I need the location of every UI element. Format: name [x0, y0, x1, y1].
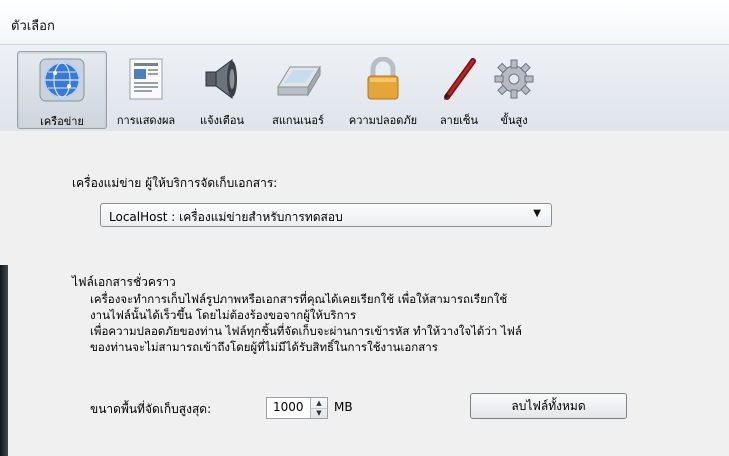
description-line: เพื่อความปลอดภัยของท่าน ไฟล์ทุกชิ้นที่จั… [90, 324, 522, 338]
tab-notifications[interactable]: แจ้งเตือน [189, 51, 255, 127]
description-line: งานไฟล์นั้นได้เร็วขึ้น โดยไม่ต้องร้องขอจ… [90, 308, 357, 322]
speaker-icon [205, 59, 237, 99]
tab-label: สแกนเนอร์ [272, 114, 324, 127]
tab-label: ความปลอดภัย [348, 114, 418, 127]
background-window-edge [0, 265, 8, 456]
tab-network[interactable]: เครือข่าย [17, 51, 107, 129]
network-globe-icon [39, 58, 85, 102]
server-select-value: LocalHost : เครื่องแม่ข่ายสำหรับการทดสอบ [109, 210, 343, 224]
tab-signature[interactable]: ลายเซ็น [430, 51, 488, 127]
tab-security[interactable]: ความปลอดภัย [338, 51, 428, 127]
tab-label: ลายเซ็น [439, 114, 479, 127]
temp-files-heading: ไฟล์เอกสารชั่วคราว [72, 275, 176, 289]
size-unit-label: MB [334, 400, 353, 414]
padlock-icon [367, 57, 399, 100]
window-titlebar: ตัวเลือก [0, 0, 729, 44]
pen-icon [444, 58, 476, 100]
tab-advanced[interactable]: ขั้นสูง [490, 51, 538, 127]
server-select[interactable]: LocalHost : เครื่องแม่ข่ายสำหรับการทดสอบ… [100, 203, 552, 227]
tab-display[interactable]: การแสดงผล [108, 51, 184, 127]
window-title: ตัวเลือก [11, 19, 55, 34]
scanner-icon [277, 65, 321, 97]
tab-label: ขั้นสูง [500, 114, 528, 127]
stepper-buttons: ▲ ▼ [310, 398, 327, 418]
tab-label: แจ้งเตือน [200, 114, 244, 127]
gear-icon [494, 59, 534, 99]
network-settings-panel: เครื่องแม่ข่าย ผู้ให้บริการจัดเก็บเอกสาร… [0, 131, 729, 456]
tab-label: เครือข่าย [40, 115, 84, 128]
tab-label: การแสดงผล [116, 114, 176, 127]
max-size-input[interactable] [267, 398, 313, 416]
description-line: เครื่องจะทำการเก็บไฟล์รูปภาพหรือเอกสารที… [90, 292, 508, 306]
temp-files-description: เครื่องจะทำการเก็บไฟล์รูปภาพหรือเอกสารที… [90, 291, 522, 355]
delete-all-button[interactable]: ลบไฟล์ทั้งหมด [470, 393, 627, 419]
display-document-icon [129, 58, 163, 100]
chevron-down-icon: ▼ [533, 208, 541, 219]
description-line: ของท่านจะไม่สามารถเข้าถึงโดยผู้ที่ไม่มีไ… [90, 340, 438, 354]
server-label: เครื่องแม่ข่าย ผู้ให้บริการจัดเก็บเอกสาร… [72, 176, 278, 190]
tab-scanner[interactable]: สแกนเนอร์ [260, 51, 336, 127]
max-size-label: ขนาดพื้นที่จัดเก็บสูงสุด: [90, 402, 212, 416]
max-size-stepper[interactable]: ▲ ▼ [266, 397, 328, 419]
decrement-icon[interactable]: ▼ [311, 408, 327, 418]
toolbar: เครือข่าย การแสดงผล แจ้งเตือน สแกนเนอร์ … [0, 44, 729, 132]
